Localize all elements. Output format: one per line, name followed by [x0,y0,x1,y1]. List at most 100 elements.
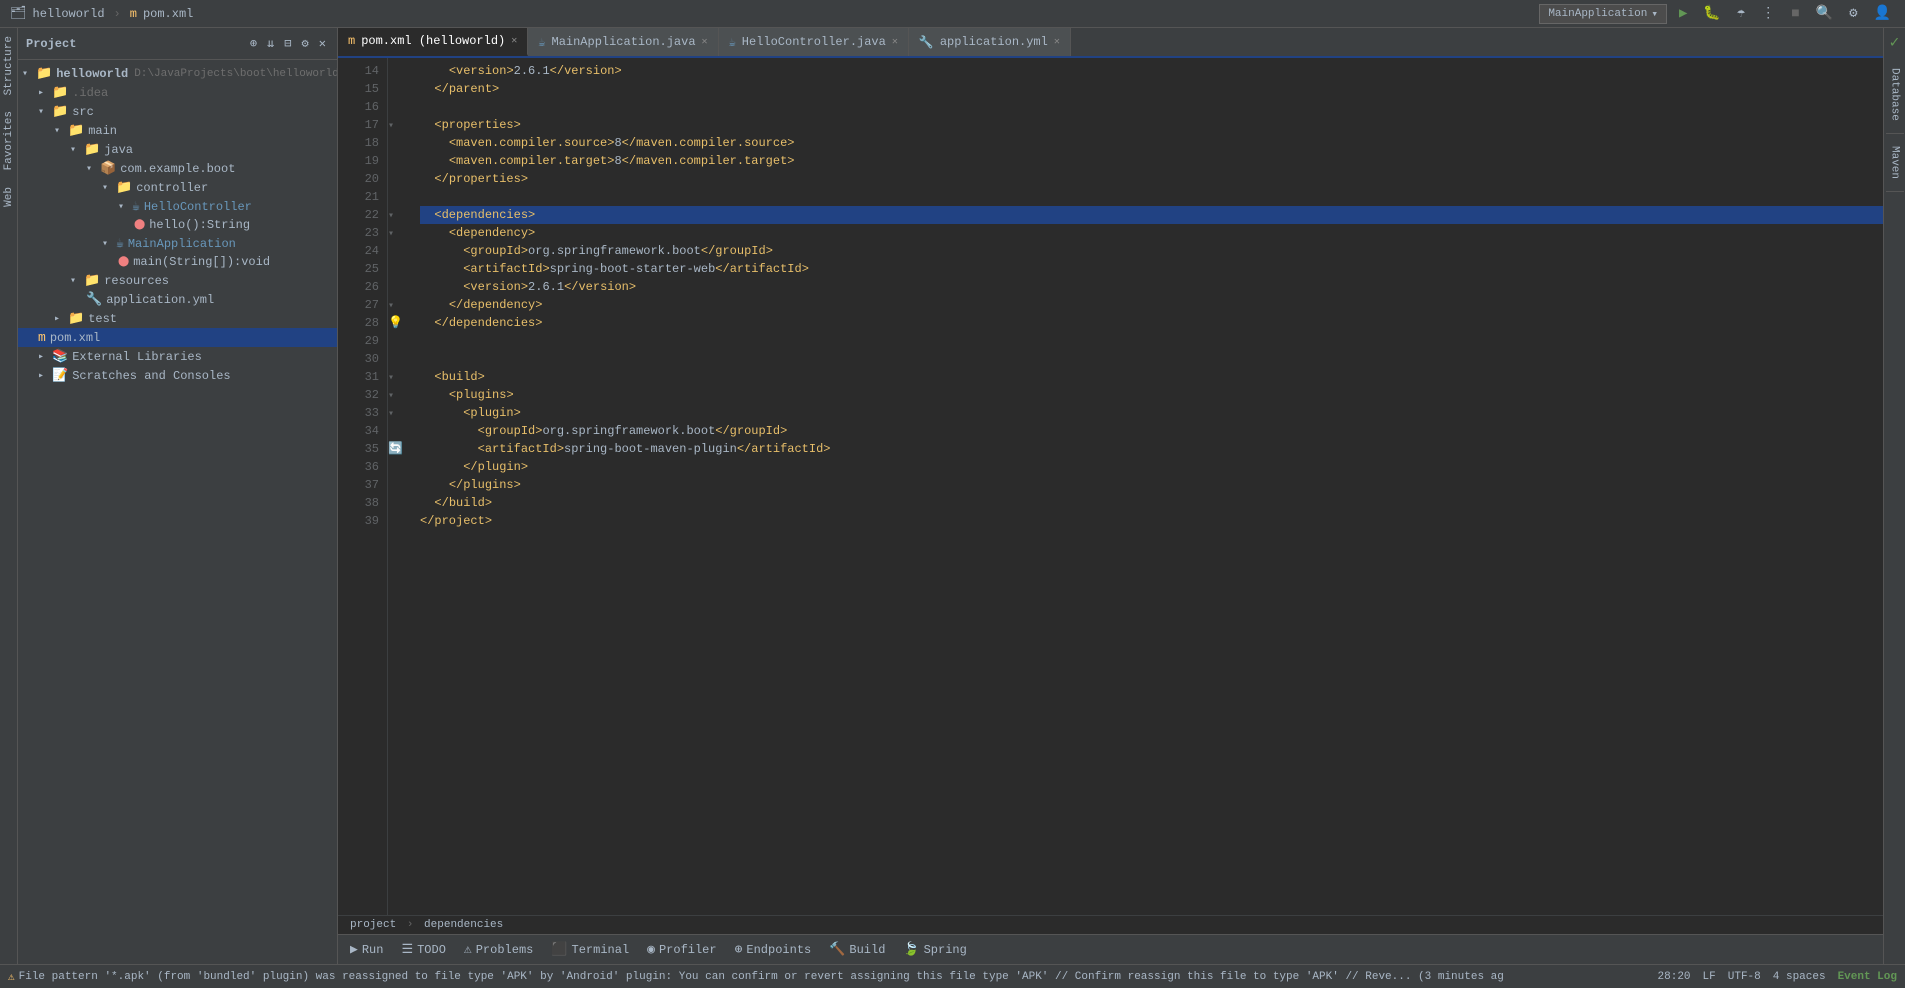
code-line-21 [420,188,1883,206]
close-tab-yml[interactable]: ✕ [1054,36,1060,48]
tree-item-hello-method[interactable]: ⬤ hello():String [18,216,337,234]
collapse-all-button[interactable]: ⇊ [264,34,277,53]
code-line-26: <version>2.6.1</version> [420,278,1883,296]
indent-info[interactable]: 4 spaces [1773,971,1826,983]
tree-item-hello-controller[interactable]: ▾ ☕ HelloController [18,197,337,216]
tree-item-main[interactable]: ▾ 📁 main [18,121,337,140]
tree-item-root[interactable]: ▾ 📁 helloworld D:\JavaProjects\boot\hell… [18,64,337,83]
status-right: 28:20 LF UTF-8 4 spaces Event Log [1658,971,1897,983]
close-panel-button[interactable]: ✕ [316,34,329,53]
right-sidebar: ✓ Database Maven [1883,28,1905,964]
database-tab[interactable]: Database [1886,56,1904,134]
code-line-18: <maven.compiler.source>8</maven.compiler… [420,134,1883,152]
bottom-toolbar: ▶ Run ☰ TODO ⚠ Problems ⬛ Terminal ◉ Pro… [338,934,1883,964]
breadcrumb-part-2[interactable]: dependencies [424,919,503,931]
debug-button[interactable]: 🐛 [1699,3,1724,24]
project-panel-title: Project [26,37,243,51]
add-content-button[interactable]: ⊕ [247,34,260,53]
editor-content[interactable]: 14 15 16 17 18 19 20 21 22 23 24 25 26 2… [338,58,1883,915]
breadcrumb: project › dependencies [338,915,1883,934]
breadcrumb-part-1[interactable]: project [350,919,396,931]
stop-button[interactable]: ■ [1787,4,1803,24]
run-icon: ▶ [350,942,358,957]
run-button-bottom[interactable]: ▶ Run [342,939,391,960]
tab-bar: m pom.xml (helloworld) ✕ ☕ MainApplicati… [338,28,1883,58]
run-config-selector[interactable]: MainApplication ▾ [1539,4,1667,24]
code-line-29 [420,332,1883,350]
tree-item-controller-folder[interactable]: ▾ 📁 controller [18,178,337,197]
todo-icon: ☰ [401,942,413,957]
problems-button[interactable]: ⚠ Problems [456,939,541,960]
project-tree: ▾ 📁 helloworld D:\JavaProjects\boot\hell… [18,60,337,964]
fold-arrow-33[interactable]: ▾ [388,409,394,420]
code-line-27: </dependency> [420,296,1883,314]
tree-item-main-method[interactable]: ⬤ main(String[]):void [18,253,337,271]
panel-settings-button[interactable]: ⚙ [299,34,312,53]
fold-arrow-23[interactable]: ▾ [388,229,394,240]
settings-title-button[interactable]: ⚙ [1845,3,1861,24]
code-line-23: <dependency> [420,224,1883,242]
tree-item-scratches[interactable]: ▸ 📝 Scratches and Consoles [18,366,337,385]
project-panel-header: Project ⊕ ⇊ ⊟ ⚙ ✕ [18,28,337,60]
encoding[interactable]: UTF-8 [1728,971,1761,983]
profiler-button[interactable]: ◉ Profiler [639,939,724,960]
tab-main-app[interactable]: ☕ MainApplication.java ✕ [528,28,718,56]
bulb-icon-28[interactable]: 💡 [388,316,403,330]
filter-button[interactable]: ⊟ [281,34,294,53]
tree-item-external-libraries[interactable]: ▸ 📚 External Libraries [18,347,337,366]
terminal-button[interactable]: ⬛ Terminal [543,939,637,960]
more-run-button[interactable]: ⋮ [1757,3,1779,24]
web-tab[interactable]: Web [1,179,17,215]
fold-arrow-27[interactable]: ▾ [388,301,394,312]
tree-item-pom-xml[interactable]: m pom.xml [18,328,337,347]
close-tab-pom[interactable]: ✕ [511,35,517,47]
build-button[interactable]: 🔨 Build [821,939,893,960]
tree-item-src[interactable]: ▾ 📁 src [18,102,337,121]
title-bar: 🗂 helloworld › m pom.xml MainApplication… [0,0,1905,28]
close-tab-hello[interactable]: ✕ [892,36,898,48]
tab-hello-ctrl[interactable]: ☕ HelloController.java ✕ [719,28,909,56]
tree-item-java[interactable]: ▾ 📁 java [18,140,337,159]
code-line-28: </dependencies> [420,314,1883,332]
tab-pom-xml[interactable]: m pom.xml (helloworld) ✕ [338,28,528,56]
todo-button[interactable]: ☰ TODO [393,939,453,960]
tree-item-application-yml[interactable]: 🔧 application.yml [18,290,337,309]
fold-arrow-31[interactable]: ▾ [388,373,394,384]
status-warning-icon: ⚠ [8,970,15,984]
favorites-tab[interactable]: Favorites [1,103,17,178]
tree-item-package[interactable]: ▾ 📦 com.example.boot [18,159,337,178]
status-message[interactable]: File pattern '*.apk' (from 'bundled' plu… [19,971,1504,983]
tree-item-resources[interactable]: ▾ 📁 resources [18,271,337,290]
tree-item-test[interactable]: ▸ 📁 test [18,309,337,328]
code-line-14: <version>2.6.1</version> [420,62,1883,80]
avatar-button[interactable]: 👤 [1870,3,1895,24]
code-line-20: </properties> [420,170,1883,188]
tree-item-idea[interactable]: ▸ 📁 .idea [18,83,337,102]
problems-icon: ⚠ [464,942,472,957]
endpoints-button[interactable]: ⊕ Endpoints [727,939,820,960]
event-log-button[interactable]: Event Log [1838,971,1897,983]
code-area[interactable]: <version>2.6.1</version> </parent> <prop… [408,58,1883,915]
fold-arrow-22[interactable]: ▾ [388,211,394,222]
code-line-17: <properties> [420,116,1883,134]
fold-arrow-17[interactable]: ▾ [388,121,394,132]
code-line-32: <plugins> [420,386,1883,404]
project-panel: Project ⊕ ⇊ ⊟ ⚙ ✕ ▾ 📁 helloworld D:\Java… [18,28,338,964]
structure-tab[interactable]: Structure [1,28,17,103]
run-button[interactable]: ▶ [1675,3,1691,24]
coverage-button[interactable]: ☂ [1733,3,1749,24]
terminal-icon: ⬛ [551,942,567,957]
spring-icon: 🍃 [903,942,919,957]
close-tab-main[interactable]: ✕ [702,36,708,48]
maven-tab[interactable]: Maven [1886,134,1904,192]
tab-app-yml[interactable]: 🔧 application.yml ✕ [909,28,1071,56]
cursor-position[interactable]: 28:20 [1658,971,1691,983]
tree-item-main-application[interactable]: ▾ ☕ MainApplication [18,234,337,253]
code-line-35: <artifactId>spring-boot-maven-plugin</ar… [420,440,1883,458]
fold-arrow-32[interactable]: ▾ [388,391,394,402]
code-line-39: </project> [420,512,1883,530]
search-title-button[interactable]: 🔍 [1812,3,1837,24]
refresh-icon-35[interactable]: 🔄 [388,442,403,456]
spring-button[interactable]: 🍃 Spring [895,939,974,960]
main-area: Structure Favorites Web Project ⊕ ⇊ ⊟ ⚙ … [0,28,1905,964]
